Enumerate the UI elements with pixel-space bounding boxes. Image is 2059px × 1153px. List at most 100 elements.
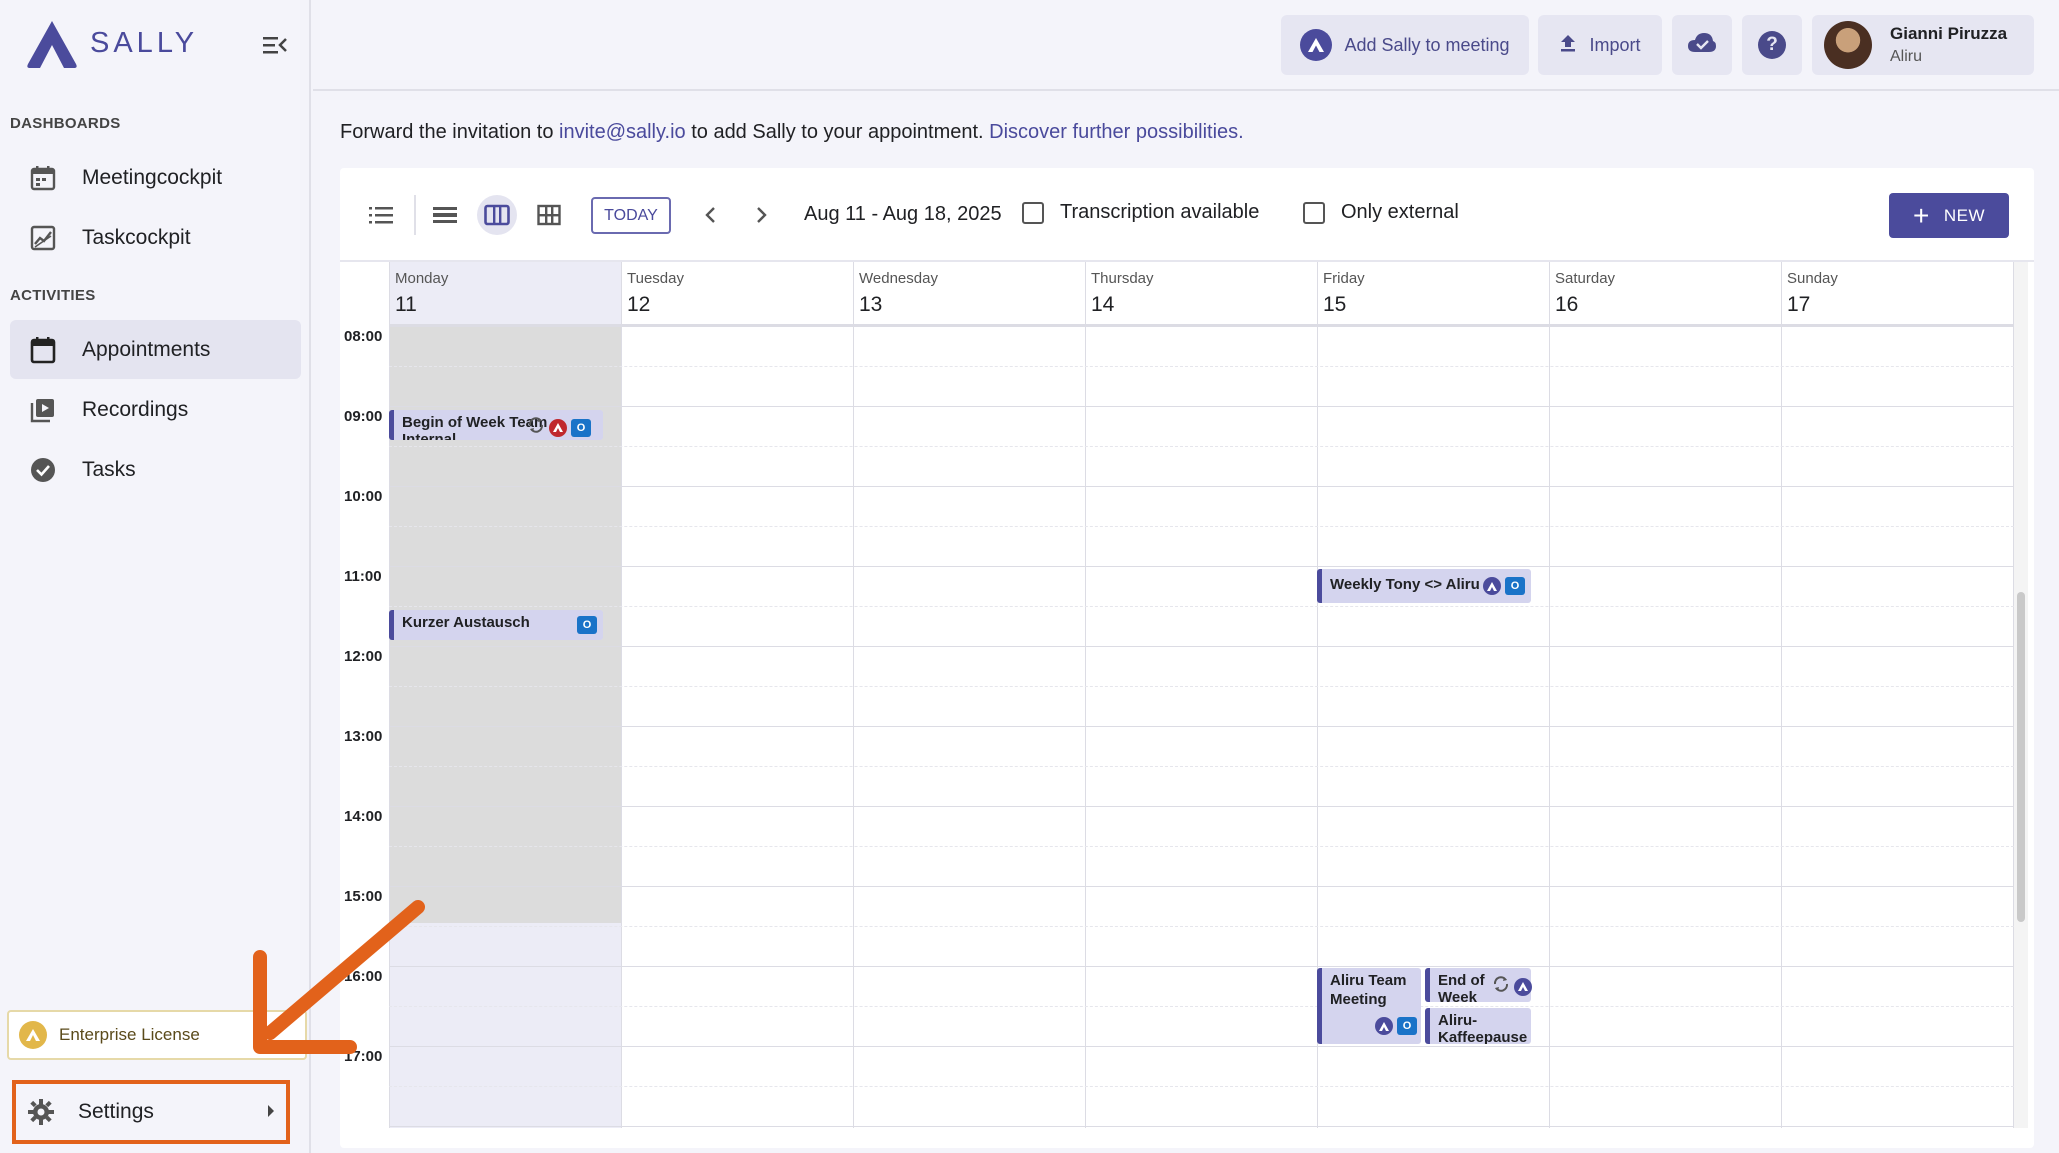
info-prefix: Forward the invitation to <box>340 121 554 143</box>
day-header-wednesday[interactable]: Wednesday 13 <box>853 262 1085 326</box>
help-icon: ? <box>1758 31 1786 59</box>
license-label: Enterprise License <box>59 1025 200 1044</box>
sidebar-item-label: Appointments <box>82 337 211 361</box>
cloud-check-icon <box>1687 32 1717 59</box>
week-view-button[interactable] <box>477 195 517 235</box>
half-hour-line <box>389 846 2014 847</box>
user-profile-button[interactable]: Gianni Piruzza Aliru <box>1812 15 2034 75</box>
event-icons: O <box>577 616 597 634</box>
half-hour-line <box>389 366 2014 367</box>
hour-label: 08:00 <box>344 328 383 345</box>
recurring-icon <box>527 416 545 439</box>
hour-label: 11:00 <box>344 568 382 585</box>
hour-line <box>389 646 2014 647</box>
cloud-sync-button[interactable] <box>1672 15 1732 75</box>
sally-logo[interactable]: SALLY <box>24 18 198 68</box>
event-title: Begin of Week Team Internal <box>402 414 548 440</box>
hour-line <box>389 486 2014 487</box>
today-button[interactable]: TODAY <box>591 197 671 234</box>
column-divider <box>853 262 854 1128</box>
half-hour-line <box>389 926 2014 927</box>
sally-icon <box>1514 977 1532 996</box>
avatar <box>1824 21 1872 69</box>
hour-line <box>389 806 2014 807</box>
chevron-right-icon <box>757 207 767 223</box>
event-aliru-kaffeepause[interactable]: Aliru-Kaffeepause <box>1425 1008 1531 1044</box>
sidebar-item-tasks[interactable]: Tasks <box>10 440 301 499</box>
hour-line <box>389 1126 2014 1127</box>
half-hour-line <box>389 446 2014 447</box>
event-title: Aliru Team Meeting <box>1330 972 1407 1008</box>
day-name: Wednesday <box>859 270 938 287</box>
further-possibilities-link[interactable]: Discover further possibilities. <box>989 121 1244 143</box>
checkbox[interactable] <box>1303 201 1325 224</box>
help-button[interactable]: ? <box>1742 15 1802 75</box>
day-header-thursday[interactable]: Thursday 14 <box>1085 262 1317 326</box>
event-kurzer-austausch[interactable]: Kurzer Austausch <box>389 610 603 640</box>
calendar-toolbar: TODAY Aug 11 - Aug 18, 2025 Transcriptio… <box>340 168 2034 262</box>
transcription-filter[interactable]: Transcription available <box>1022 201 1259 224</box>
month-view-button[interactable] <box>529 195 569 235</box>
day-number: 16 <box>1555 293 1579 316</box>
gear-icon <box>26 1097 56 1127</box>
half-hour-line <box>389 526 2014 527</box>
sidebar-item-recordings[interactable]: Recordings <box>10 380 301 439</box>
day-name: Thursday <box>1091 270 1154 287</box>
previous-week-button[interactable] <box>690 195 730 235</box>
day-header-tuesday[interactable]: Tuesday 12 <box>621 262 853 326</box>
hour-line <box>389 566 2014 567</box>
next-week-button[interactable] <box>742 195 782 235</box>
import-button[interactable]: Import <box>1538 15 1662 75</box>
calendar-icon <box>28 163 58 193</box>
section-activities: ACTIVITIES <box>10 287 96 304</box>
day-name: Friday <box>1323 270 1365 287</box>
settings-button[interactable]: Settings <box>12 1080 290 1144</box>
invite-email-link[interactable]: invite@sally.io <box>559 121 686 143</box>
day-header-saturday[interactable]: Saturday 16 <box>1549 262 1781 326</box>
list-view-button[interactable] <box>361 195 401 235</box>
checkbox[interactable] <box>1022 201 1044 224</box>
sidebar-item-taskcockpit[interactable]: Taskcockpit <box>10 208 301 267</box>
view-day-icon <box>433 207 457 223</box>
sally-recording-icon <box>549 418 567 437</box>
hour-label: 14:00 <box>344 808 383 825</box>
check-circle-icon <box>28 455 58 485</box>
chart-icon <box>28 223 58 253</box>
hour-line <box>389 886 2014 887</box>
info-middle: to add Sally to your appointment. <box>691 121 984 143</box>
sidebar-item-label: Taskcockpit <box>82 225 191 249</box>
settings-label: Settings <box>78 1100 154 1123</box>
add-sally-to-meeting-button[interactable]: Add Sally to meeting <box>1281 15 1529 75</box>
half-hour-line <box>389 1006 2014 1007</box>
day-header-friday[interactable]: Friday 15 <box>1317 262 1549 326</box>
import-label: Import <box>1589 34 1641 55</box>
hour-line <box>389 1046 2014 1047</box>
video-library-icon <box>28 395 58 425</box>
day-header-sunday[interactable]: Sunday 17 <box>1781 262 2014 326</box>
annotation-arrow-icon <box>253 900 425 1054</box>
hour-label: 10:00 <box>344 488 383 505</box>
event-title: End of Week <box>1438 972 1485 1002</box>
outlook-icon: O <box>1397 1017 1417 1035</box>
toolbar-divider <box>414 195 416 235</box>
half-hour-line <box>389 1086 2014 1087</box>
user-org: Aliru <box>1890 48 1923 65</box>
external-filter[interactable]: Only external <box>1303 201 1459 224</box>
view-week-icon <box>484 204 510 226</box>
new-appointment-button[interactable]: + NEW <box>1889 193 2009 238</box>
day-number: 14 <box>1091 293 1115 316</box>
week-grid: Monday 11 Tuesday 12 Wednesday 13 Thursday 1… <box>340 262 2034 1128</box>
calendar-scrollbar[interactable] <box>2014 262 2028 1128</box>
half-hour-line <box>389 686 2014 687</box>
day-view-button[interactable] <box>425 195 465 235</box>
sidebar-item-meetingcockpit[interactable]: Meetingcockpit <box>10 148 301 207</box>
day-header-monday[interactable]: Monday 11 <box>389 262 621 326</box>
day-name: Tuesday <box>627 270 684 287</box>
hour-label: 09:00 <box>344 408 383 425</box>
scrollbar-thumb[interactable] <box>2017 592 2025 922</box>
calendar-month-icon <box>28 335 58 365</box>
calendar-card: TODAY Aug 11 - Aug 18, 2025 Transcriptio… <box>340 168 2034 1148</box>
collapse-sidebar-button[interactable] <box>258 30 292 60</box>
new-label: NEW <box>1943 205 1986 225</box>
sidebar-item-appointments[interactable]: Appointments <box>10 320 301 379</box>
